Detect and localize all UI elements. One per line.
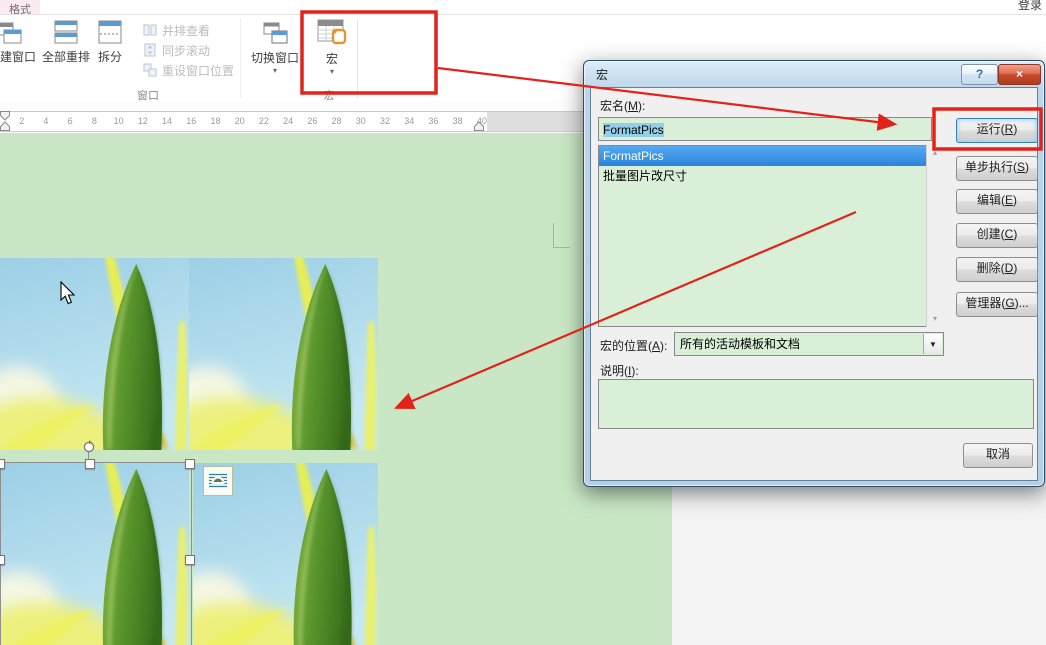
arrange-all-icon xyxy=(54,20,78,44)
selection-handle-left[interactable] xyxy=(0,555,5,565)
view-side-by-side-icon xyxy=(143,24,157,36)
help-button[interactable]: ? xyxy=(961,64,998,85)
new-window-label: 建窗口 xyxy=(0,50,37,64)
ruler-number: 28 xyxy=(331,116,342,126)
macro-action-button[interactable]: 创建(C) xyxy=(956,223,1038,248)
combo-dropdown-icon[interactable]: ▼ xyxy=(923,334,942,354)
switch-windows-button[interactable]: 切换窗口 ▾ xyxy=(246,19,304,75)
selection-handle-top-right[interactable] xyxy=(185,459,195,469)
view-side-by-side-button[interactable]: 并排查看 xyxy=(143,20,234,40)
macro-list[interactable]: FormatPics 批量图片改尺寸 xyxy=(598,145,942,327)
ruler-number: 4 xyxy=(43,116,49,126)
macro-name-input[interactable]: FormatPics xyxy=(598,117,932,141)
leaf-image-1[interactable] xyxy=(0,258,189,450)
ruler-number: 34 xyxy=(404,116,415,126)
new-window-icon xyxy=(0,22,22,44)
macro-location-value: 所有的活动模板和文档 xyxy=(680,337,801,351)
arrange-all-button[interactable]: 全部重排 xyxy=(40,19,92,65)
tab-row: 格式 登录 xyxy=(0,0,1046,15)
layout-options-button[interactable] xyxy=(203,466,233,496)
document-page[interactable] xyxy=(0,133,672,645)
switch-windows-icon xyxy=(263,22,287,44)
macro-action-button[interactable]: 删除(D) xyxy=(956,257,1038,282)
word-window: 格式 登录 建窗口 全部重排 拆分 并排查看 同步滚动 重设窗口位置 切换窗口 … xyxy=(0,0,1046,645)
close-button[interactable]: × xyxy=(998,64,1041,85)
split-icon xyxy=(98,20,122,44)
ruler-number: 8 xyxy=(91,116,97,126)
ruler-number: 12 xyxy=(137,116,148,126)
ruler-number: 16 xyxy=(186,116,197,126)
selection-handle-right[interactable] xyxy=(185,555,195,565)
macro-name-label: 宏名(M): xyxy=(600,99,646,113)
selected-text: FormatPics xyxy=(603,123,664,137)
window-small-buttons: 并排查看 同步滚动 重设窗口位置 xyxy=(143,20,234,80)
ruler-number: 22 xyxy=(258,116,269,126)
macro-action-button[interactable]: 单步执行(S) xyxy=(956,156,1038,181)
split-label: 拆分 xyxy=(97,50,122,64)
tab-format[interactable]: 格式 xyxy=(0,0,40,14)
synchronous-scrolling-button[interactable]: 同步滚动 xyxy=(143,40,234,60)
macro-action-button[interactable]: 编辑(E) xyxy=(956,189,1038,214)
macro-dialog: 宏 ? × 宏名(M): FormatPics FormatPics 批量图片改尺… xyxy=(583,60,1045,487)
scroll-up-icon[interactable]: ▴ xyxy=(927,148,943,158)
ruler-number: 24 xyxy=(283,116,294,126)
ruler-number: 20 xyxy=(234,116,245,126)
ribbon-separator xyxy=(240,18,241,98)
macro-location-label: 宏的位置(A): xyxy=(600,339,668,353)
reset-window-position-button[interactable]: 重设窗口位置 xyxy=(143,60,234,80)
selection-handle-top-left[interactable] xyxy=(0,459,5,469)
layout-options-icon xyxy=(209,473,227,488)
switch-windows-label: 切换窗口 xyxy=(250,51,299,65)
ruler-number: 14 xyxy=(162,116,173,126)
synchronous-scrolling-icon xyxy=(144,43,156,57)
reset-window-position-icon xyxy=(143,63,157,77)
macro-list-item[interactable]: FormatPics xyxy=(599,146,941,166)
leaf-image-2[interactable] xyxy=(189,258,378,450)
selection-handle-top-center[interactable] xyxy=(85,459,95,469)
ruler-number: 18 xyxy=(210,116,221,126)
macro-location-select[interactable]: 所有的活动模板和文档 ▼ xyxy=(674,332,944,356)
macro-action-button[interactable]: 管理器(G)... xyxy=(956,292,1038,317)
new-window-button[interactable]: 建窗口 xyxy=(0,19,36,65)
ruler-number: 26 xyxy=(307,116,318,126)
rotation-handle[interactable] xyxy=(82,439,96,453)
ruler-number: 2 xyxy=(19,116,25,126)
ruler-number: 38 xyxy=(452,116,463,126)
description-box[interactable] xyxy=(598,379,1034,429)
macro-action-button[interactable]: 运行(R) xyxy=(956,118,1038,143)
scroll-down-icon[interactable]: ▾ xyxy=(927,314,943,324)
view-side-by-side-label: 并排查看 xyxy=(162,23,211,38)
page-corner-mark xyxy=(553,223,570,248)
chevron-down-icon: ▾ xyxy=(272,66,277,75)
macro-list-item[interactable]: 批量图片改尺寸 xyxy=(599,166,941,186)
reset-window-position-label: 重设窗口位置 xyxy=(162,63,235,78)
ruler-number: 30 xyxy=(355,116,366,126)
right-indent-marker[interactable] xyxy=(474,120,486,132)
dialog-client-area: 宏名(M): FormatPics FormatPics 批量图片改尺寸 ▴ ▾ … xyxy=(590,87,1038,481)
ruler-numbers: 2 4 6 8 10 12 14 16 18 20 22 24 26 28 30 32 34 36 38 40 xyxy=(0,112,494,131)
image-selection-frame xyxy=(0,462,192,645)
synchronous-scrolling-label: 同步滚动 xyxy=(162,43,211,58)
arrange-all-label: 全部重排 xyxy=(41,50,90,64)
ruler-number: 10 xyxy=(113,116,124,126)
ruler-number: 32 xyxy=(379,116,390,126)
ruler-number: 36 xyxy=(428,116,439,126)
macros-button[interactable]: 宏 ▾ xyxy=(305,17,359,76)
cancel-button[interactable]: 取消 xyxy=(963,443,1033,468)
chevron-down-icon: ▾ xyxy=(329,67,334,76)
first-line-indent-marker[interactable] xyxy=(0,110,12,132)
ruler-number: 6 xyxy=(67,116,73,126)
macro-icon xyxy=(317,19,347,45)
list-scrollbar[interactable]: ▴ ▾ xyxy=(926,145,943,327)
macros-label: 宏 xyxy=(325,52,338,66)
ruler-margin-zone xyxy=(487,112,583,131)
horizontal-ruler: 2 4 6 8 10 12 14 16 18 20 22 24 26 28 30 32 34 36 38 40 xyxy=(0,111,583,132)
dialog-title: 宏 xyxy=(596,68,609,82)
description-label: 说明(I): xyxy=(600,364,639,378)
split-button[interactable]: 拆分 xyxy=(94,19,126,65)
signin-label[interactable]: 登录 xyxy=(1018,0,1042,13)
